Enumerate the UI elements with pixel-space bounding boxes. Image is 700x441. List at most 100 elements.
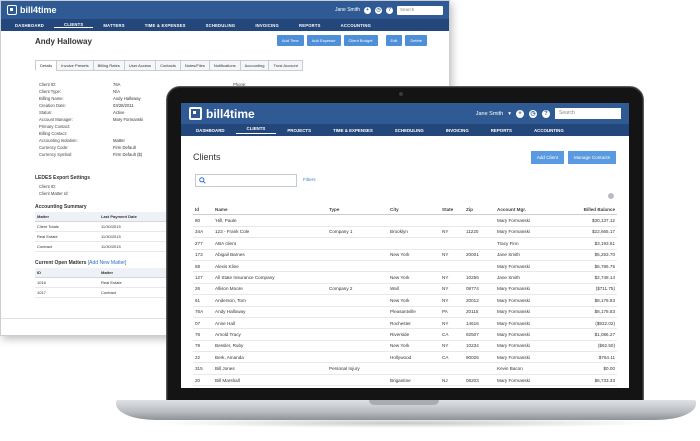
table-row[interactable]: 80 'Hill, Paule Mary Formanski $30,137.12 [193, 215, 617, 227]
nav-invoicing[interactable]: INVOICING [245, 23, 289, 28]
table-row[interactable]: 315 Bill Jones Personal Injury Kevin Bacon $… [193, 363, 617, 375]
clock-icon[interactable]: ◷ [529, 109, 537, 118]
cell-zip: 20012 [466, 297, 479, 303]
col-billed-balance[interactable]: Billed Balance [561, 207, 617, 212]
nav-scheduling[interactable]: SCHEDULING [384, 128, 435, 133]
nav-clients[interactable]: CLIENTS [54, 22, 94, 28]
tab-notifications[interactable]: Notifications [208, 60, 241, 71]
table-row[interactable]: 78 Arnold Tracy Riverside CA 92507 Mary Forma… [193, 329, 617, 341]
add-icon[interactable]: + [364, 6, 371, 14]
table-row[interactable]: 173 Abigail Barnes New York NY 20001 Jane Smi… [193, 250, 617, 261]
search-input[interactable]: Search [555, 108, 621, 119]
cell-billed-balance: $30,137.12 [592, 218, 615, 224]
tab-trust-account[interactable]: Trust Account [268, 60, 303, 71]
cell-state: NY [442, 275, 449, 281]
cell-account-mgr: Mary Formanski [497, 218, 530, 224]
add-icon[interactable]: + [516, 109, 524, 118]
tab-accounting[interactable]: Accounting [239, 60, 270, 71]
chevron-down-icon[interactable]: ▾ [508, 111, 511, 117]
cell-name: Anne Hall [215, 320, 235, 326]
add-new-matter-link[interactable]: [Add New Matter] [88, 260, 127, 266]
cell-id: 79 [195, 343, 201, 349]
tab-user-access[interactable]: User Access [123, 60, 157, 71]
search-input[interactable]: Search [397, 5, 443, 15]
col-account-mgr[interactable]: Account Mgr. [495, 207, 561, 212]
add-client-button[interactable]: Add Client [530, 151, 564, 164]
cell-state: NY [442, 252, 449, 258]
nav-dashboard[interactable]: DASHBOARD [5, 23, 54, 28]
tab-billing-rates[interactable]: Billing Rates [92, 60, 125, 71]
cell-account-mgr: Mary Formanski [497, 343, 530, 349]
logo-icon [7, 5, 17, 15]
nav-time-expenses[interactable]: TIME & EXPENSES [135, 23, 196, 28]
filters-link[interactable]: Filters [303, 177, 316, 182]
cell-id: 34A [195, 229, 204, 235]
brand-name: bill4time [20, 5, 57, 15]
cell-state: CA [442, 354, 449, 360]
col-zip[interactable]: Zip [464, 207, 495, 212]
nav-accounting[interactable]: ACCOUNTING [523, 128, 575, 133]
nav-projects[interactable]: PROJECTS [276, 128, 322, 133]
tab-invoice-presets[interactable]: Invoice Presets [56, 60, 94, 71]
nav-reports[interactable]: REPORTS [480, 128, 523, 133]
cell-city: Wall [390, 286, 399, 292]
brand-logo[interactable]: bill4time [7, 5, 57, 15]
cell-account-mgr: Jane Smith [497, 275, 520, 281]
table-row[interactable]: 127 All State Insurance Company New York NY… [193, 272, 617, 284]
table-row[interactable]: 1017 Contract [35, 288, 175, 298]
nav-time-expenses[interactable]: TIME & EXPENSES [322, 128, 384, 133]
tab-notes-files[interactable]: Notes/Files [179, 60, 210, 71]
add-expense-button[interactable]: Add Expense [306, 35, 341, 46]
gear-icon[interactable] [608, 193, 614, 199]
nav-matters[interactable]: MATTERS [93, 23, 134, 28]
help-icon[interactable]: ? [386, 6, 393, 14]
tab-details[interactable]: Details [35, 60, 58, 71]
client-search-input[interactable] [195, 174, 297, 187]
table-row[interactable]: 76A Andy Halloway Pleasantville PA 20115 Mary… [193, 307, 617, 318]
user-menu[interactable]: Jane Smith [476, 111, 504, 117]
cell-account-mgr: Mary Formanski [497, 377, 530, 383]
table-row[interactable]: 20 Bill Marshall Brigantine NJ 08203 Mary For… [193, 375, 617, 387]
delete-button[interactable]: Delete [405, 35, 427, 46]
cell-zip: 20115 [466, 309, 479, 315]
cell-billed-balance: ($711.75) [595, 286, 615, 292]
col-name[interactable]: Name [213, 207, 327, 212]
table-row[interactable]: 07 Anne Hall Rochester NY 14616 Mary Formansk… [193, 318, 617, 330]
clock-icon[interactable]: ◷ [375, 6, 382, 14]
col-id[interactable]: Id [193, 207, 213, 212]
cell-city: New York [390, 275, 410, 281]
nav-scheduling[interactable]: SCHEDULING [196, 23, 246, 28]
table-row[interactable]: 61 Anderson, Tom New York NY 20012 Mary Forma… [193, 295, 617, 307]
col-city[interactable]: City [388, 207, 440, 212]
add-time-button[interactable]: Add Time [276, 35, 304, 46]
col-state[interactable]: State [440, 207, 464, 212]
table-row[interactable]: 34A 123 - Frank Cole Company 1 Brooklyn NY 11… [193, 227, 617, 239]
cell-name: Anderson, Tom [215, 297, 246, 303]
table-row[interactable]: 1016 Real Estate [35, 278, 175, 288]
cell-billed-balance: $8,178.83 [594, 309, 615, 315]
edit-button[interactable]: Edit [385, 35, 403, 46]
cell-city: New York [390, 252, 410, 258]
cell-account-mgr: Kevin Bacon [497, 366, 523, 372]
table-row[interactable]: 277 ABA client Tracy Finn $3,193.61 [193, 238, 617, 250]
col-type[interactable]: Type [327, 207, 388, 212]
nav-invoicing[interactable]: INVOICING [435, 128, 480, 133]
client-budget-button[interactable]: Client Budget [343, 35, 378, 46]
table-row[interactable]: 68 Alexis Kline Mary Formanski $5,786.75 [193, 261, 617, 273]
nav-dashboard[interactable]: DASHBOARD [185, 128, 236, 133]
tab-contacts[interactable]: Contacts [155, 60, 181, 71]
cell-billed-balance: $8,178.83 [594, 297, 615, 303]
table-row[interactable]: 22 Berk, Amanda Hollywood CA 90026 Mary Forma… [193, 352, 617, 364]
nav-reports[interactable]: REPORTS [289, 23, 331, 28]
nav-clients[interactable]: CLIENTS [235, 126, 277, 134]
table-row[interactable]: 79 Bessler, Ruby New York NY 10234 Mary Forma… [193, 341, 617, 353]
ledes-matter-id: Client Matter Id: [39, 191, 69, 196]
nav-accounting[interactable]: ACCOUNTING [331, 23, 381, 28]
help-icon[interactable]: ? [542, 109, 550, 118]
manage-contacts-button[interactable]: Manage Contacts [567, 151, 616, 164]
user-menu[interactable]: Jane Smith [335, 7, 360, 13]
cell-billed-balance: ($922.02) [595, 320, 615, 326]
cell-city: Brigantine [390, 377, 411, 383]
table-row[interactable]: 26 Allison Moore Company 2 Wall NY 08774 Mary … [193, 284, 617, 296]
brand-logo[interactable]: bill4time [189, 107, 255, 121]
